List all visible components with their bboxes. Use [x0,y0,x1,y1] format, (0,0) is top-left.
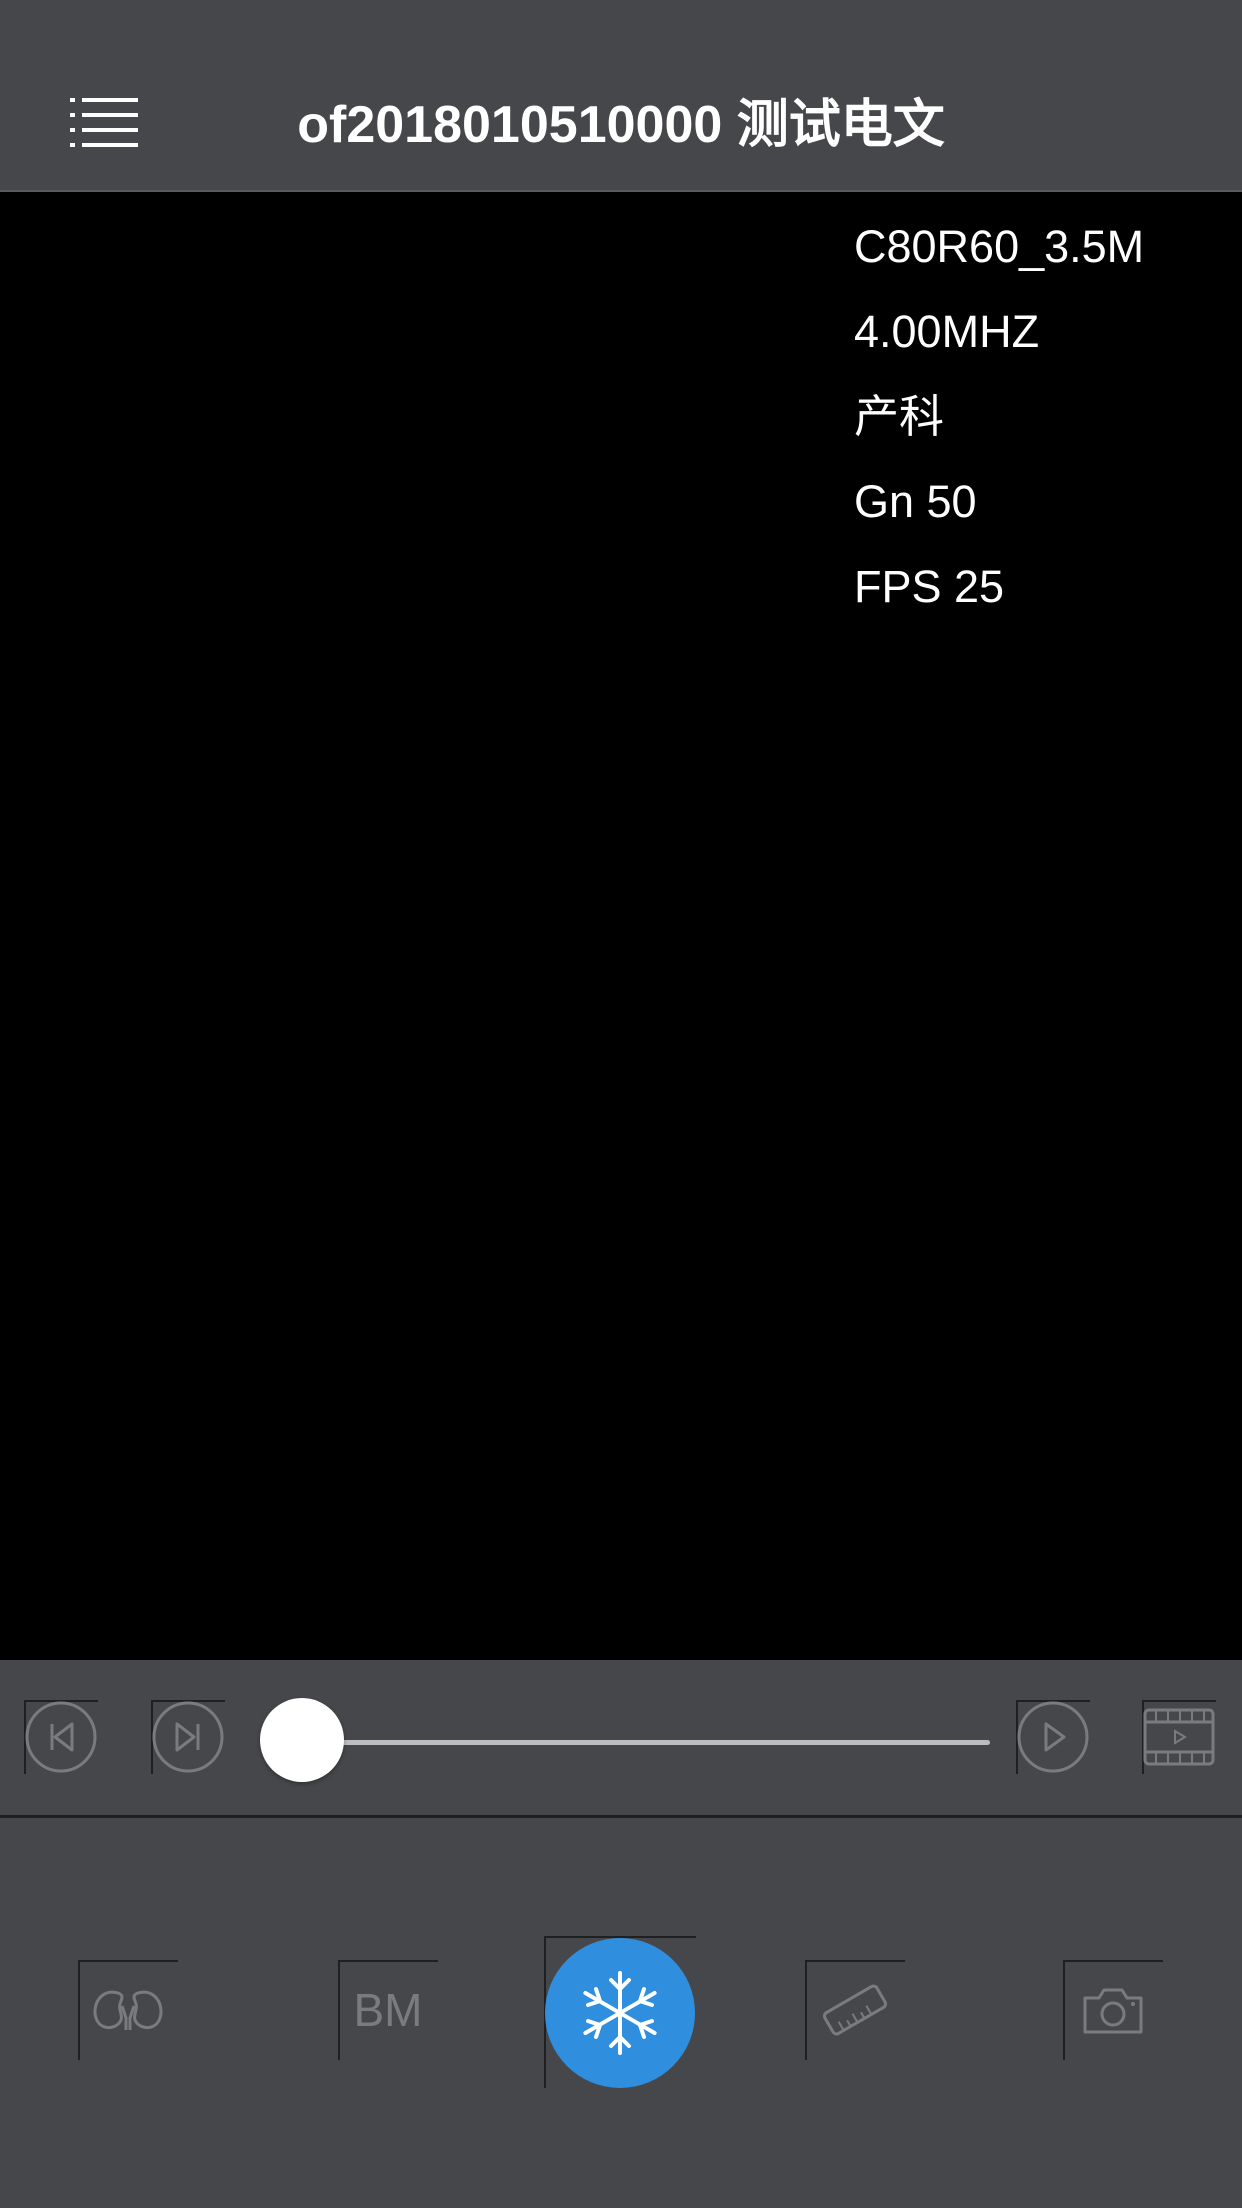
bm-mode-button[interactable]: BM [338,1960,438,2060]
bm-mode-label: BM [353,1984,423,2036]
menu-button[interactable] [70,96,138,148]
camera-icon [1083,1988,1143,2034]
capture-button[interactable] [1063,1960,1163,2060]
ruler-measure-icon [822,1984,888,2036]
bottom-toolbar: BM [0,1818,1242,2208]
film-video-icon [1143,1708,1215,1766]
skip-next-icon [152,1701,224,1773]
gain-label: Gn 50 [854,476,977,527]
play-button[interactable] [1016,1700,1090,1774]
freeze-button[interactable] [545,1938,695,2088]
play-icon [1017,1701,1089,1773]
ultrasound-image-area[interactable]: C80R60_3.5M 4.00MHZ 产科 Gn 50 FPS 25 [0,192,1242,1660]
organ-preset-button[interactable] [78,1960,178,2060]
top-bar: of2018010510000 测试电文 [0,0,1242,192]
skip-previous-icon [25,1701,97,1773]
list-menu-icon [70,98,138,147]
imaging-parameters: C80R60_3.5M 4.00MHZ 产科 Gn 50 FPS 25 [854,204,1144,629]
frequency-label: 4.00MHZ [854,306,1040,357]
cine-progress-track[interactable] [302,1740,990,1745]
previous-frame-button[interactable] [24,1700,98,1774]
snowflake-freeze-icon [583,1971,657,2055]
cine-progress-thumb[interactable] [260,1698,344,1782]
probe-label: C80R60_3.5M [854,221,1145,272]
preset-label: 产科 [854,391,945,442]
kidney-organ-icon [93,1990,163,2030]
next-frame-button[interactable] [151,1700,225,1774]
cine-clip-button[interactable] [1142,1700,1216,1774]
page-title: of2018010510000 测试电文 [297,96,945,154]
measure-button[interactable] [805,1960,905,2060]
fps-label: FPS 25 [854,561,1005,612]
cine-playback-bar [0,1660,1242,1818]
